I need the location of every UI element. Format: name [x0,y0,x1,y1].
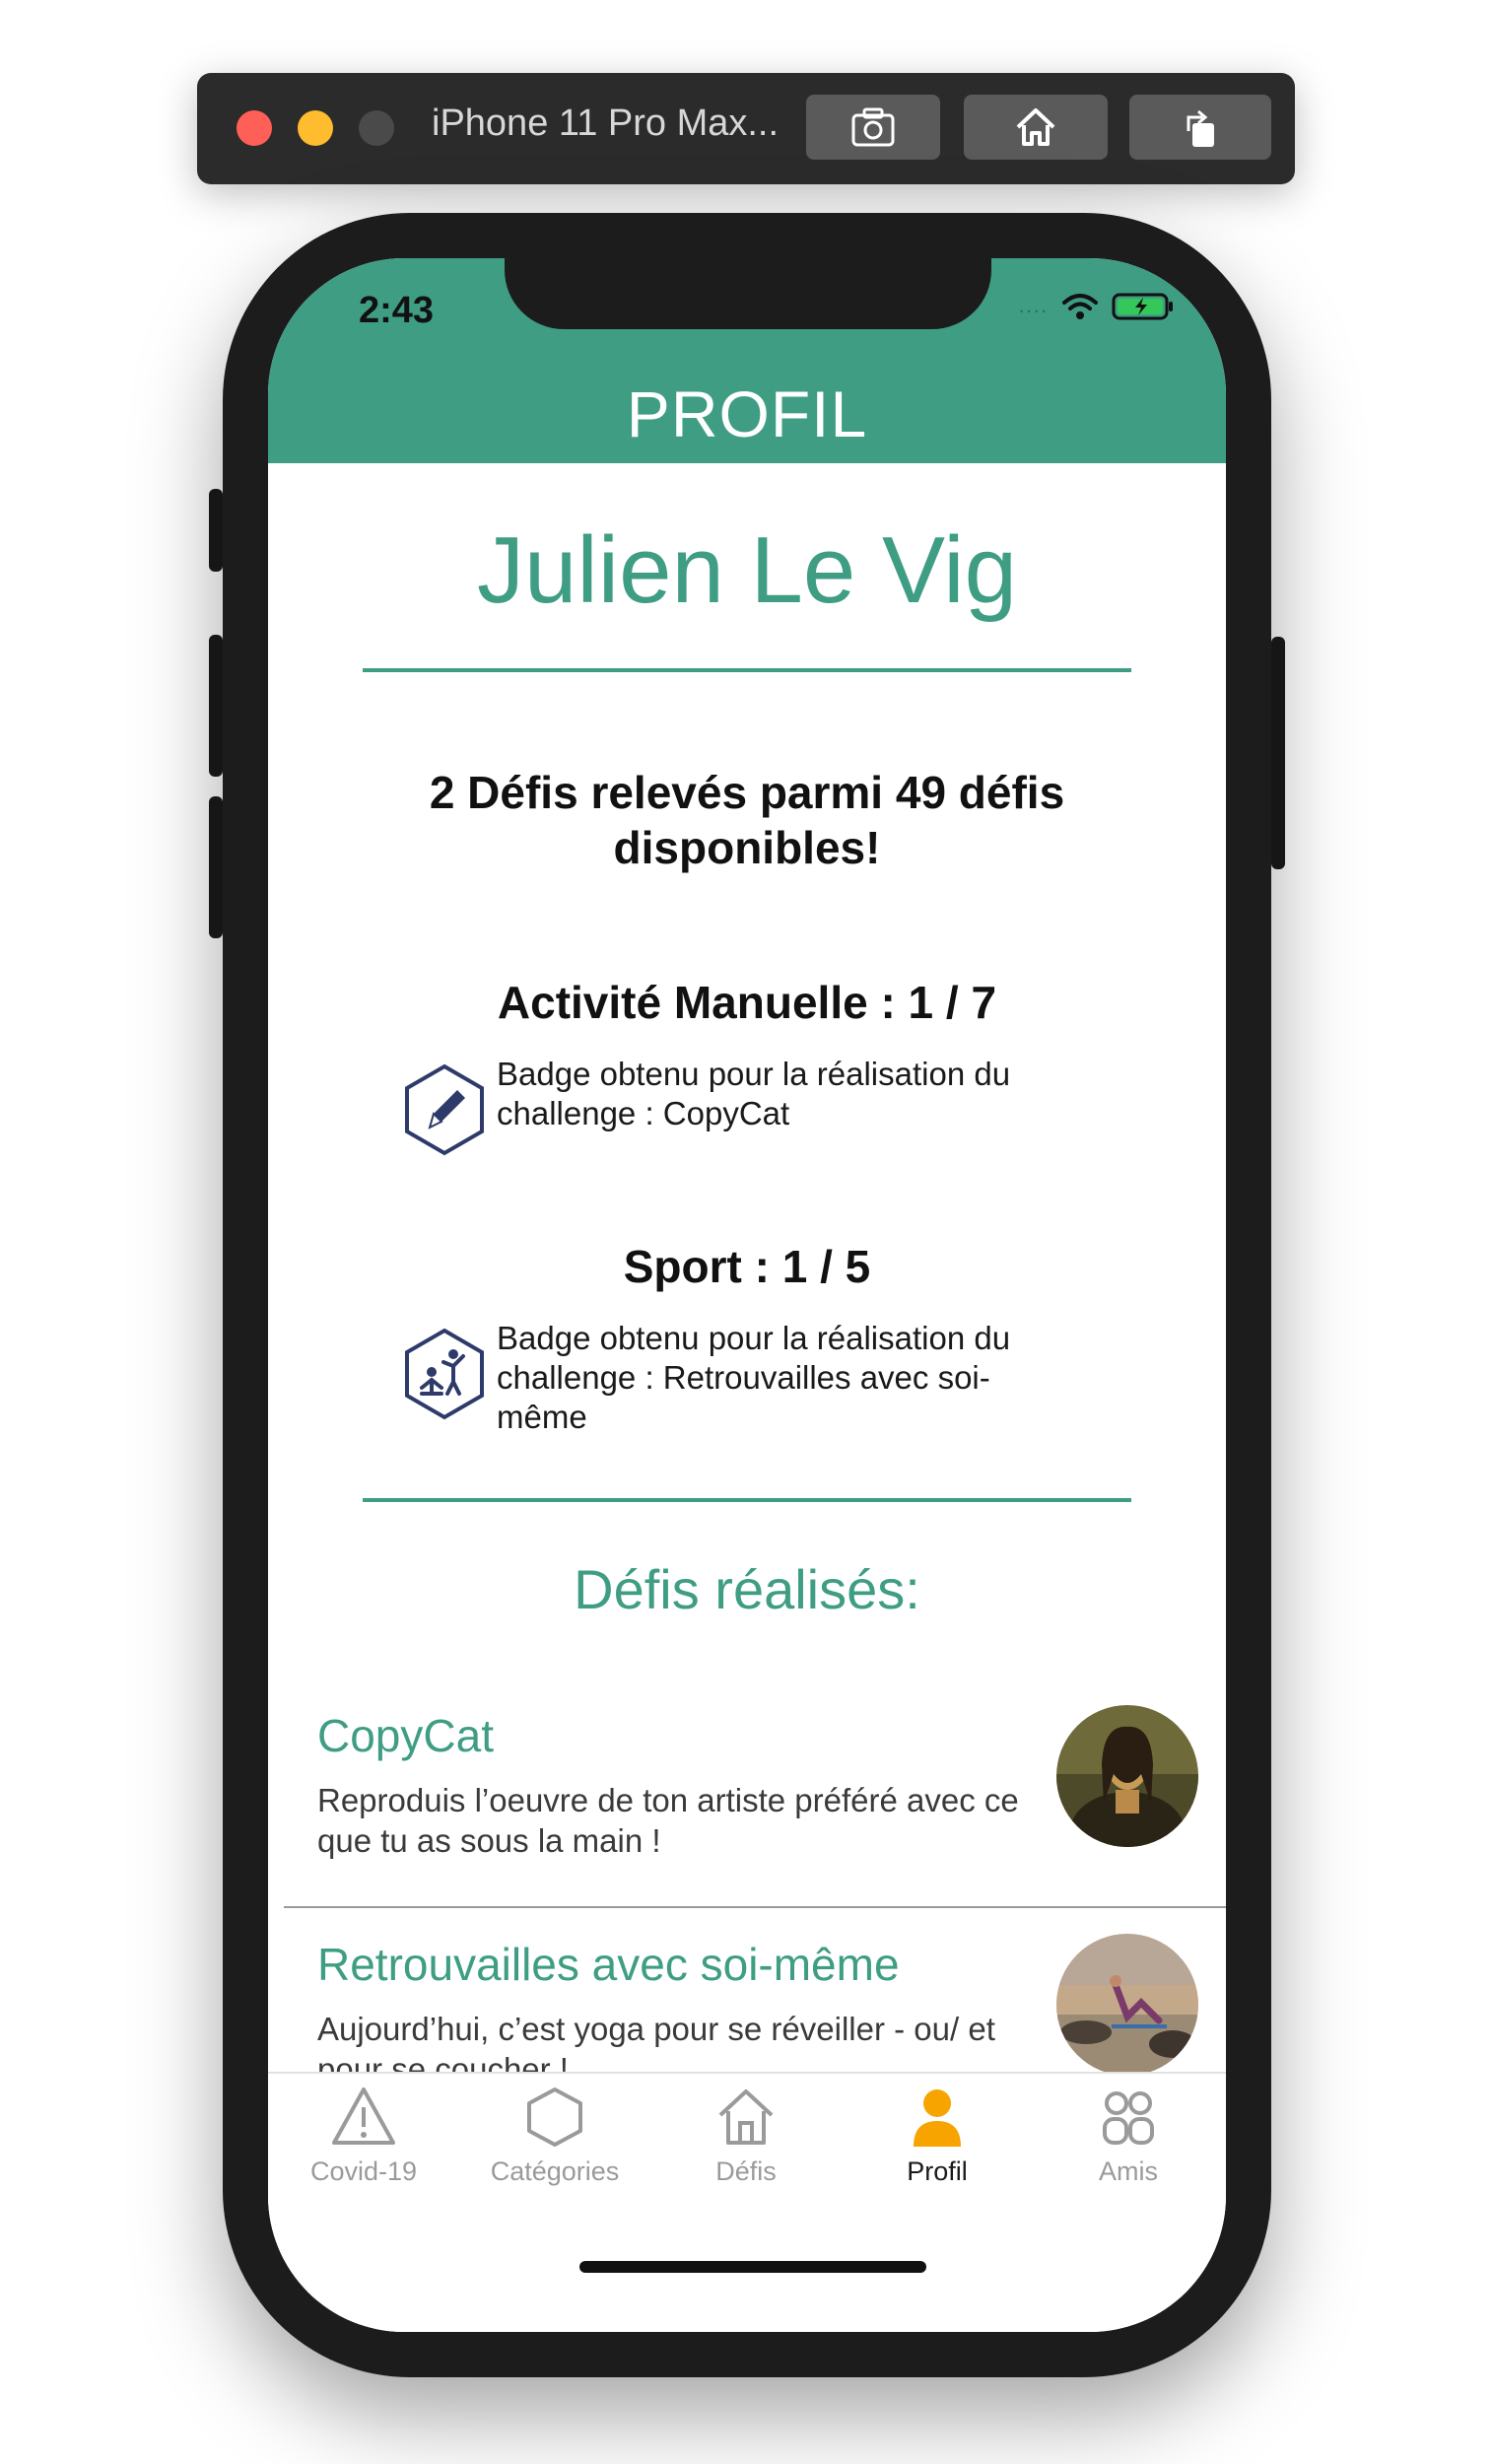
tab-amis[interactable]: Amis [1033,2084,1224,2212]
challenge-title: Retrouvailles avec soi-même [317,1939,900,1990]
hexagon-icon [527,2088,582,2147]
battery-charging-icon [1112,293,1173,320]
status-icons: .... [1019,292,1175,321]
simulator-title: iPhone 11 Pro Max... [432,103,780,144]
user-name: Julien Le Vig [477,517,1017,623]
completed-challenges-title: Défis réalisés: [574,1558,920,1620]
tab-label: Covid-19 [309,2156,418,2186]
badge-text-manual: Badge obtenu pour la réalisation du chal… [497,1056,1011,1131]
tab-defis[interactable]: Défis [650,2084,842,2212]
status-time: 2:43 [359,290,435,331]
wifi-icon [1062,294,1098,319]
tab-label: Profil [907,2156,968,2186]
tab-covid[interactable]: Covid-19 [268,2084,459,2212]
warning-icon [332,2088,395,2145]
tab-label: Catégories [490,2156,620,2186]
signal-dots: .... [1018,295,1049,317]
challenge-summary: 2 Défis relevés parmi 49 défis disponibl… [429,767,1065,873]
tab-label: Amis [1099,2156,1158,2186]
sport-badge-icon [405,1328,484,1420]
home-indicator[interactable] [579,2261,926,2273]
person-icon [914,2089,961,2147]
profile-content: Julien Le Vig 2 Défis relevés parmi 49 d… [268,463,1226,2137]
house-icon [718,2089,774,2145]
category-title-manual: Activité Manuelle : 1 / 7 [497,977,997,1028]
badge-text-sport: Badge obtenu pour la réalisation du chal… [497,1320,1011,1435]
challenge-description: Reproduis l’oeuvre de ton artiste préfér… [317,1782,1019,1859]
tab-label: Défis [715,2156,777,2186]
volume-down-button [209,796,223,938]
page-title: PROFIL [626,377,868,450]
badge-manual: Badge obtenu pour la réalisation du chal… [402,1055,1092,1163]
volume-up-button [209,635,223,777]
notch [505,258,991,329]
screenshot-button[interactable] [806,95,940,160]
zoom-window-button[interactable] [359,110,394,146]
rotate-button[interactable] [1129,95,1271,160]
minimize-window-button[interactable] [298,110,333,146]
app-header: 2:43 .... PROFIL [268,258,1226,463]
badge-sport: Badge obtenu pour la réalisation du chal… [402,1319,1092,1447]
category-title-sport: Sport : 1 / 5 [623,1241,871,1292]
yoga-beach-thumbnail [1056,1934,1198,2076]
challenge-item-copycat[interactable]: CopyCat Reproduis l’oeuvre de ton artist… [284,1679,1226,1908]
close-window-button[interactable] [237,110,272,146]
friends-icon [1103,2091,1154,2145]
pencil-badge-icon [405,1063,484,1156]
phone-screen: 2:43 .... PROFIL Julien Le Vig 2 Défis r… [268,258,1226,2332]
tab-categories[interactable]: Catégories [459,2084,650,2212]
tab-bar: Covid-19 Catégories Défis Profil Amis [268,2072,1226,2332]
power-button [1271,637,1285,869]
screenshot-icon [851,107,895,147]
tab-profil[interactable]: Profil [842,2084,1033,2212]
divider [363,668,1131,672]
home-button[interactable] [964,95,1108,160]
mute-switch [209,489,223,572]
mona-lisa-thumbnail [1056,1705,1198,1847]
simulator-toolbar: iPhone 11 Pro Max... [197,73,1295,184]
rotate-icon [1187,109,1214,147]
challenge-title: CopyCat [317,1710,494,1761]
home-icon [1016,108,1055,146]
divider [363,1498,1131,1502]
